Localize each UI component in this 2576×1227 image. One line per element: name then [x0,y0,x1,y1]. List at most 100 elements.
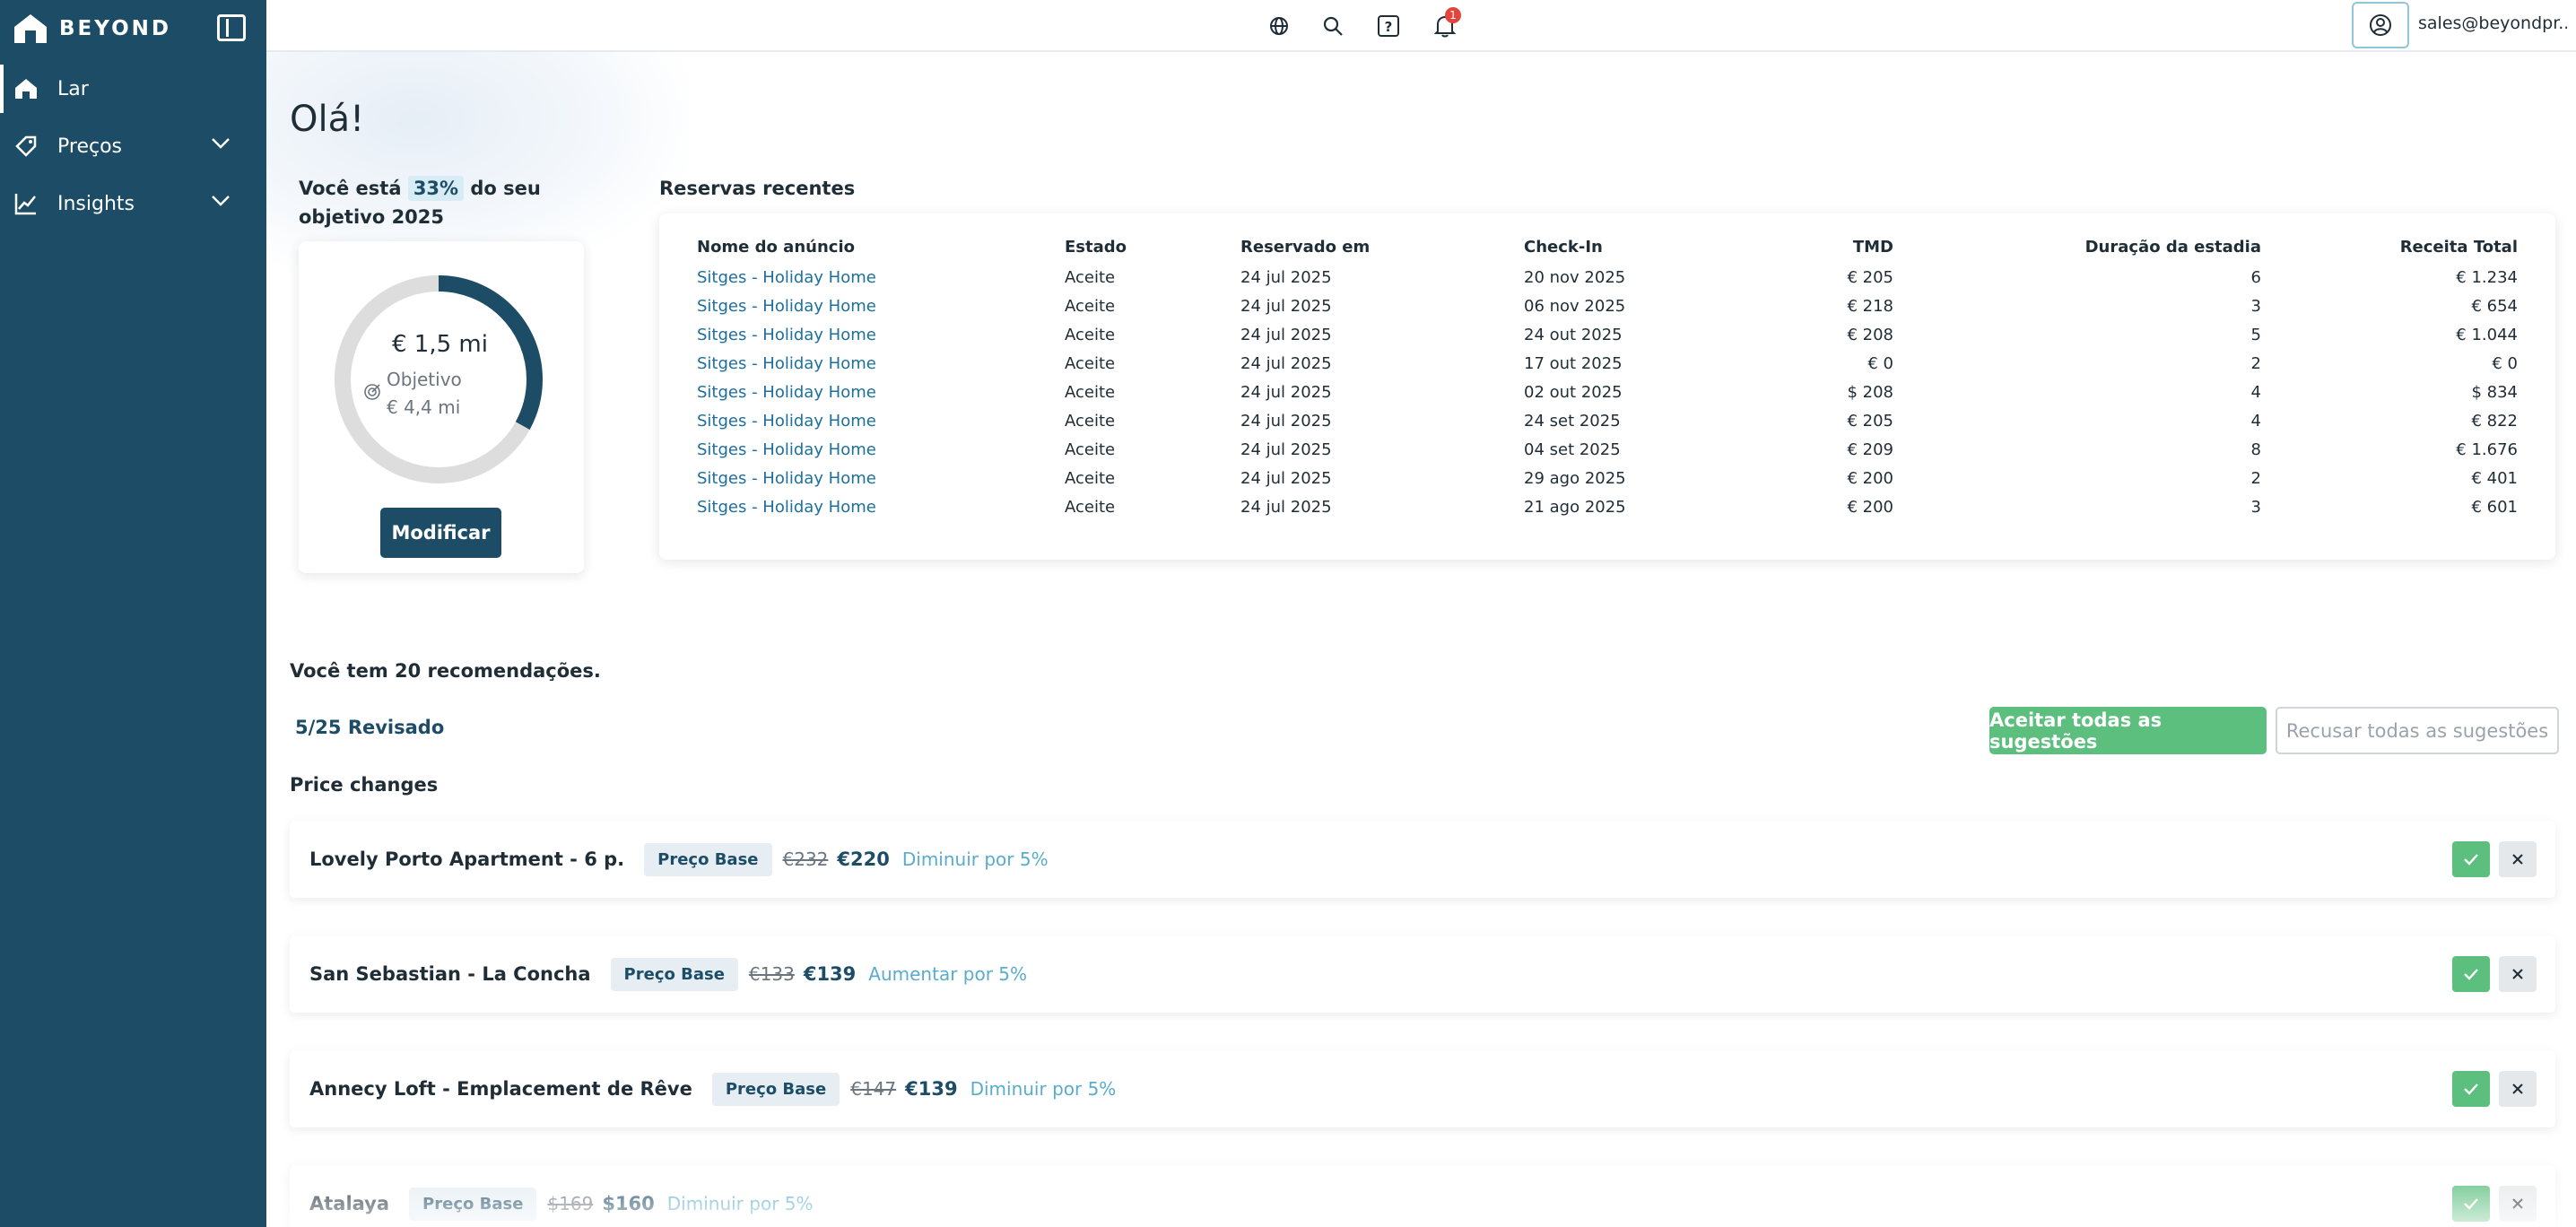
price-change-description: Diminuir por 5% [970,1078,1117,1100]
old-price: €147 [850,1078,897,1100]
booking-status: Aceite [1065,497,1116,517]
accept-recommendation-button[interactable] [2452,1186,2490,1222]
new-price: $160 [602,1193,655,1214]
house-logo-icon [14,14,47,43]
accept-recommendation-button[interactable] [2452,956,2490,992]
booked-on: 24 jul 2025 [1240,497,1332,517]
listing-link[interactable]: Sitges - Holiday Home [697,320,1065,349]
recommendation-row: Annecy Loft - Emplacement de Rêve Preço … [290,1050,2555,1127]
main-content: Olá! Você está 33% do seu objetivo 2025 … [266,52,2576,1227]
listing-link[interactable]: Sitges - Holiday Home [697,349,1065,378]
accept-recommendation-button[interactable] [2452,1071,2490,1107]
search-icon[interactable] [1316,9,1350,43]
listing-link[interactable]: Sitges - Holiday Home [697,263,1065,292]
goal-text-before: Você está [299,178,402,199]
close-icon [2512,969,2523,979]
price-type-tag: Preço Base [409,1187,537,1221]
listing-name: Atalaya [309,1193,390,1214]
booking-status: Aceite [1065,468,1116,488]
column-header-length-of-stay[interactable]: Duração da estadia [1893,231,2261,263]
adr-value: € 209 [1847,439,1893,459]
listing-link[interactable]: Sitges - Holiday Home [697,378,1065,406]
decline-recommendation-button[interactable] [2499,956,2537,992]
stay-length: 8 [2250,439,2261,459]
check-icon [2464,969,2478,980]
adr-value: € 200 [1847,497,1893,517]
sidebar-item-label: Lar [57,77,89,100]
total-revenue: € 1.044 [2456,325,2518,344]
sidebar-item-home[interactable]: Lar [0,65,266,113]
listing-link[interactable]: Sitges - Holiday Home [697,435,1065,464]
stay-length: 6 [2250,267,2261,287]
user-email[interactable]: sales@beyondpr... [2418,13,2567,33]
sidebar: BEYOND Lar Preços Insights [0,0,266,1227]
listing-link[interactable]: Sitges - Holiday Home [697,406,1065,435]
check-in-date: 04 set 2025 [1524,439,1621,459]
booking-status: Aceite [1065,353,1116,373]
table-row: Sitges - Holiday Home Aceite 24 jul 2025 29… [697,464,2518,492]
close-icon [2512,1083,2523,1094]
stay-length: 5 [2250,325,2261,344]
stay-length: 2 [2250,468,2261,488]
topbar: ? 1 sales@beyondpr... [266,0,2576,52]
check-in-date: 20 nov 2025 [1524,267,1626,287]
column-header-booked-on[interactable]: Reservado em [1240,231,1524,263]
price-changes-title: Price changes [290,774,439,796]
recommendations-title: Você tem 20 recomendações. [290,660,601,682]
booking-status: Aceite [1065,267,1116,287]
check-in-date: 17 out 2025 [1524,353,1623,373]
column-header-listing[interactable]: Nome do anúncio [697,231,1065,263]
check-in-date: 06 nov 2025 [1524,296,1626,316]
recommendation-row: Atalaya Preço Base $169 $160 Diminuir po… [290,1165,2555,1227]
close-icon [2512,854,2523,865]
bell-icon[interactable]: 1 [1428,7,1462,43]
total-revenue: € 822 [2471,411,2518,431]
decline-all-button[interactable]: Recusar todas as sugestões [2276,707,2559,754]
listing-link[interactable]: Sitges - Holiday Home [697,464,1065,492]
price-change-description: Aumentar por 5% [868,963,1028,985]
globe-icon[interactable] [1262,9,1296,43]
goal-card: € 1,5 mi Objetivo € 4,4 mi Modificar [299,241,584,573]
decline-recommendation-button[interactable] [2499,1186,2537,1222]
sidebar-item-label: Insights [57,192,135,215]
bookings-table: Nome do anúncio Estado Reservado em Chec… [697,231,2518,521]
booking-status: Aceite [1065,296,1116,316]
price-tag-icon [14,135,38,158]
listing-link[interactable]: Sitges - Holiday Home [697,492,1065,521]
price-change-description: Diminuir por 5% [901,848,1049,870]
booking-status: Aceite [1065,382,1116,402]
decline-recommendation-button[interactable] [2499,841,2537,877]
listing-link[interactable]: Sitges - Holiday Home [697,292,1065,320]
listing-name: Lovely Porto Apartment - 6 p. [309,848,625,870]
total-revenue: € 654 [2471,296,2518,316]
column-header-total-revenue[interactable]: Receita Total [2261,231,2518,263]
help-icon[interactable]: ? [1371,9,1405,43]
adr-value: € 208 [1847,325,1893,344]
old-price: $169 [547,1193,594,1214]
column-header-adr[interactable]: TMD [1703,231,1893,263]
sidebar-collapse-button[interactable] [217,14,246,41]
table-row: Sitges - Holiday Home Aceite 24 jul 2025 20… [697,263,2518,292]
adr-value: € 0 [1867,353,1893,373]
brand-logo[interactable]: BEYOND [13,13,171,45]
chevron-down-icon[interactable] [211,137,231,150]
modify-goal-button[interactable]: Modificar [380,508,501,558]
table-row: Sitges - Holiday Home Aceite 24 jul 2025 24… [697,320,2518,349]
listing-name: San Sebastian - La Concha [309,963,591,985]
sidebar-item-insights[interactable]: Insights [0,179,266,228]
notification-badge: 1 [1445,7,1461,23]
sidebar-item-prices[interactable]: Preços [0,122,266,170]
booked-on: 24 jul 2025 [1240,296,1332,316]
check-in-date: 24 set 2025 [1524,411,1621,431]
booked-on: 24 jul 2025 [1240,411,1332,431]
column-header-status[interactable]: Estado [1065,231,1240,263]
accept-recommendation-button[interactable] [2452,841,2490,877]
profile-button[interactable] [2352,2,2409,48]
chevron-down-icon[interactable] [211,195,231,207]
goal-percent: 33% [407,176,465,201]
accept-all-button[interactable]: Aceitar todas as sugestões [1989,707,2267,754]
booking-status: Aceite [1065,439,1116,459]
decline-recommendation-button[interactable] [2499,1071,2537,1107]
column-header-check-in[interactable]: Check-In [1524,231,1703,263]
stay-length: 4 [2250,411,2261,431]
